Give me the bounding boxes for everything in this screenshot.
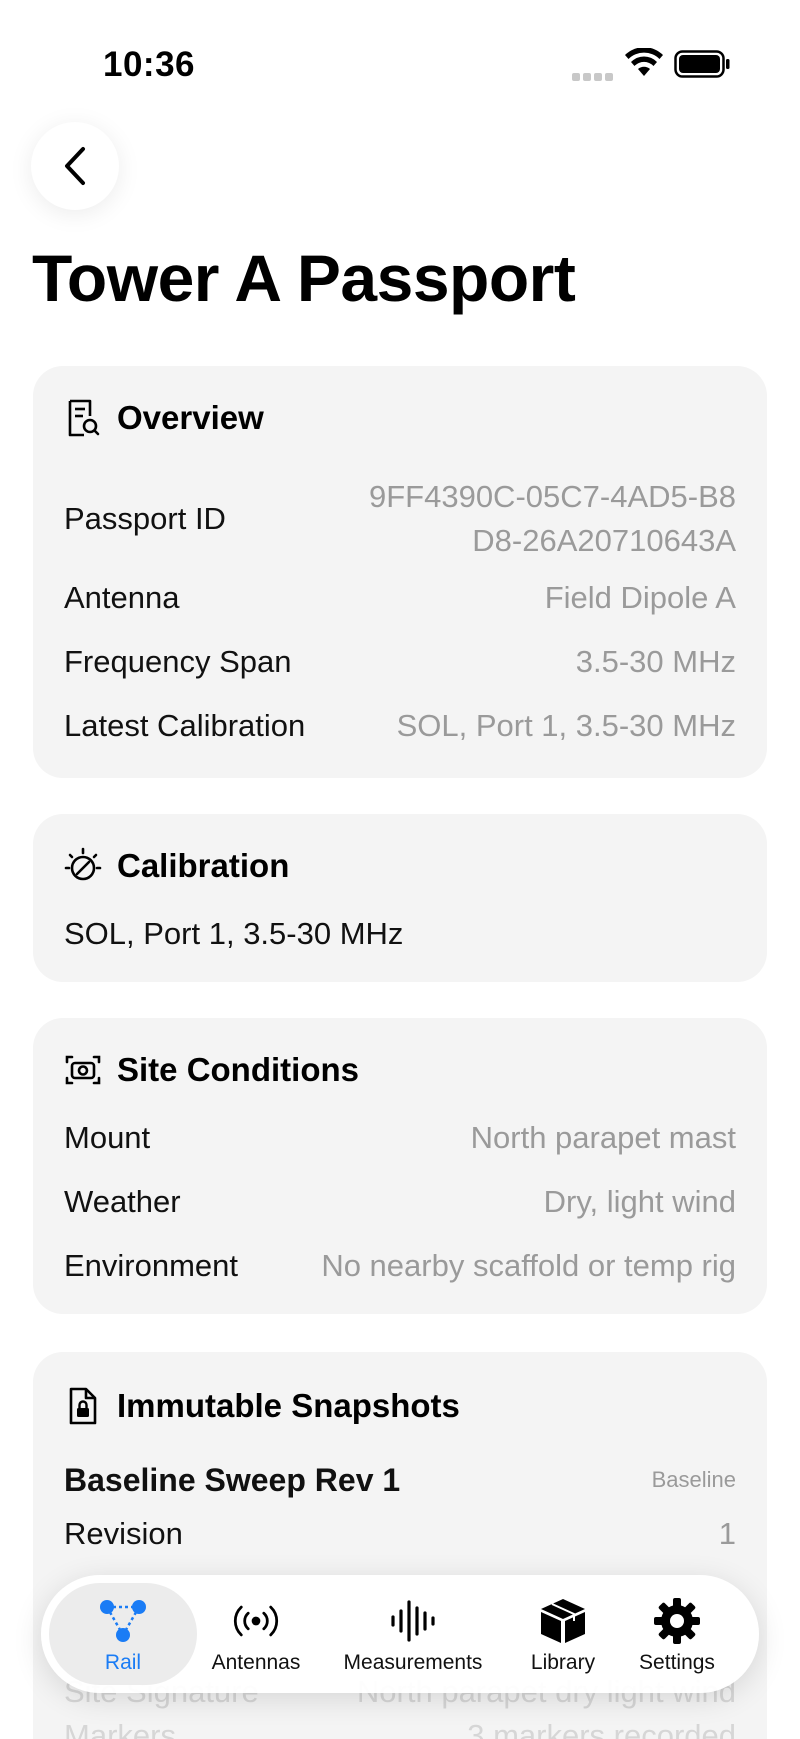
row-label: Mount — [64, 1120, 151, 1155]
row-value: 3 markers recorded — [467, 1718, 736, 1739]
tab-label: Rail — [104, 1651, 142, 1674]
overview-row-frequency-span: Frequency Span 3.5-30 MHz — [64, 640, 736, 684]
camera-viewfinder-icon — [63, 1050, 103, 1090]
tab-library[interactable]: Library — [507, 1583, 619, 1685]
calibration-header: Calibration — [63, 846, 289, 886]
site-row-environment: Environment No nearby scaffold or temp r… — [64, 1244, 736, 1288]
row-value: No nearby scaffold or temp rig — [321, 1248, 736, 1283]
tab-bar: Rail Antennas Measurements Library Setti… — [41, 1575, 759, 1693]
tab-label: Antennas — [211, 1651, 301, 1674]
overview-row-latest-calibration: Latest Calibration SOL, Port 1, 3.5-30 M… — [64, 704, 736, 748]
page-title: Tower A Passport — [32, 241, 576, 315]
site-row-mount: Mount North parapet mast — [64, 1116, 736, 1160]
row-value: North parapet mast — [470, 1120, 736, 1155]
box-icon — [537, 1597, 589, 1645]
tab-rail[interactable]: Rail — [49, 1583, 197, 1685]
tab-settings[interactable]: Settings — [621, 1583, 733, 1685]
site-row-weather: Weather Dry, light wind — [64, 1180, 736, 1224]
site-conditions-title: Site Conditions — [117, 1051, 359, 1088]
chevron-left-icon — [65, 147, 85, 185]
site-conditions-card: Site Conditions Mount North parapet mast… — [33, 1018, 767, 1314]
overview-row-antenna: Antenna Field Dipole A — [64, 576, 736, 620]
row-label: Passport ID — [64, 501, 226, 536]
row-label: Environment — [64, 1248, 239, 1283]
overview-header: Overview — [63, 398, 264, 438]
cellular-signal-icon — [572, 68, 616, 86]
snapshots-header: Immutable Snapshots — [63, 1386, 460, 1426]
row-value: 9FF4390C-05C7-4AD5-B8D8-26A20710643A — [368, 479, 736, 558]
waveform-icon — [387, 1597, 439, 1645]
row-value: SOL, Port 1, 3.5-30 MHz — [396, 708, 736, 743]
row-value: Dry, light wind — [543, 1184, 736, 1219]
row-label: Frequency Span — [64, 644, 292, 679]
site-conditions-header: Site Conditions — [63, 1050, 359, 1090]
calibration-title: Calibration — [117, 847, 290, 884]
snapshot-row-revision: Revision 1 — [64, 1512, 736, 1556]
row-label: Markers — [64, 1718, 176, 1739]
row-value: Field Dipole A — [544, 580, 736, 615]
tab-antennas[interactable]: Antennas — [191, 1583, 321, 1685]
overview-card: Overview Passport ID 9FF4390C-05C7-4AD5-… — [33, 366, 767, 778]
overview-row-passport-id: Passport ID 9FF4390C-05C7-4AD5-B8D8-26A2… — [64, 470, 736, 568]
antenna-icon — [230, 1597, 282, 1645]
battery-icon — [674, 50, 730, 78]
calibration-summary-text: SOL, Port 1, 3.5-30 MHz — [64, 916, 404, 951]
row-value: 3.5-30 MHz — [575, 644, 736, 679]
overview-title: Overview — [117, 399, 264, 436]
tab-label: Library — [530, 1651, 596, 1674]
calibration-dial-icon — [63, 846, 103, 886]
document-lock-icon — [63, 1386, 103, 1426]
row-label: Weather — [64, 1184, 181, 1219]
row-value: 1 — [718, 1516, 736, 1551]
faded-row-markers: Markers 3 markers recorded — [64, 1718, 736, 1739]
gear-icon — [651, 1597, 703, 1645]
snapshot-item[interactable]: Baseline Sweep Rev 1 Baseline — [64, 1458, 736, 1502]
status-time: 10:36 — [103, 45, 196, 84]
snapshot-item-tag: Baseline — [651, 1467, 736, 1492]
calibration-card: Calibration SOL, Port 1, 3.5-30 MHz — [33, 814, 767, 982]
back-button[interactable] — [31, 122, 119, 210]
calibration-summary: SOL, Port 1, 3.5-30 MHz — [64, 912, 736, 956]
snapshots-title: Immutable Snapshots — [117, 1387, 460, 1424]
row-label: Latest Calibration — [64, 708, 306, 743]
rail-icon — [97, 1597, 149, 1645]
row-label: Revision — [64, 1516, 183, 1551]
tab-label: Settings — [639, 1651, 715, 1674]
wifi-icon — [625, 48, 663, 76]
tab-measurements[interactable]: Measurements — [327, 1583, 499, 1685]
snapshot-item-title: Baseline Sweep Rev 1 — [64, 1461, 401, 1498]
status-bar: 10:36 — [0, 0, 800, 130]
row-label: Antenna — [64, 580, 180, 615]
tab-label: Measurements — [343, 1651, 483, 1674]
document-search-icon — [63, 398, 103, 438]
